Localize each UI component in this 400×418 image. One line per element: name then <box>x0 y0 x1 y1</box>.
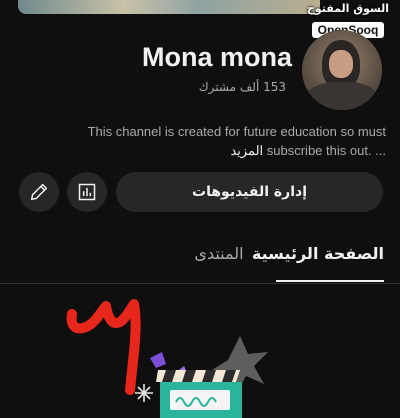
avatar-face <box>329 50 353 78</box>
tabs-divider <box>0 283 400 284</box>
active-tab-indicator <box>276 280 384 282</box>
avatar-body <box>306 82 378 110</box>
purple-shape-icon <box>150 352 166 368</box>
empty-channel-illustration <box>66 299 268 418</box>
handwritten-numeral-scribble <box>66 299 141 395</box>
tab-home[interactable]: الصفحة الرئيسية <box>252 244 384 263</box>
bar-chart-icon <box>78 183 96 201</box>
pencil-icon <box>30 183 48 201</box>
tab-community[interactable]: المنتدى <box>194 244 244 263</box>
subscriber-count: 153 ألف مشترك <box>198 80 286 94</box>
clapperboard-icon <box>156 370 242 418</box>
watermark-arabic-text: السوق المفتوح <box>306 2 390 15</box>
channel-banner <box>18 0 320 14</box>
analytics-button[interactable] <box>67 172 107 212</box>
manage-videos-button[interactable]: إدارة الفيديوهات <box>116 172 383 212</box>
channel-description-line1[interactable]: This channel is created for future educa… <box>60 124 386 139</box>
channel-description-line2[interactable]: المزيد subscribe this out. ... <box>120 143 386 159</box>
description-line2-text: subscribe this out. ... <box>266 143 386 158</box>
more-link[interactable]: المزيد <box>230 143 263 158</box>
channel-name: Mona mona <box>142 42 293 72</box>
edit-channel-button[interactable] <box>19 172 59 212</box>
sparkle-icon <box>135 384 153 402</box>
channel-avatar[interactable] <box>302 30 382 110</box>
